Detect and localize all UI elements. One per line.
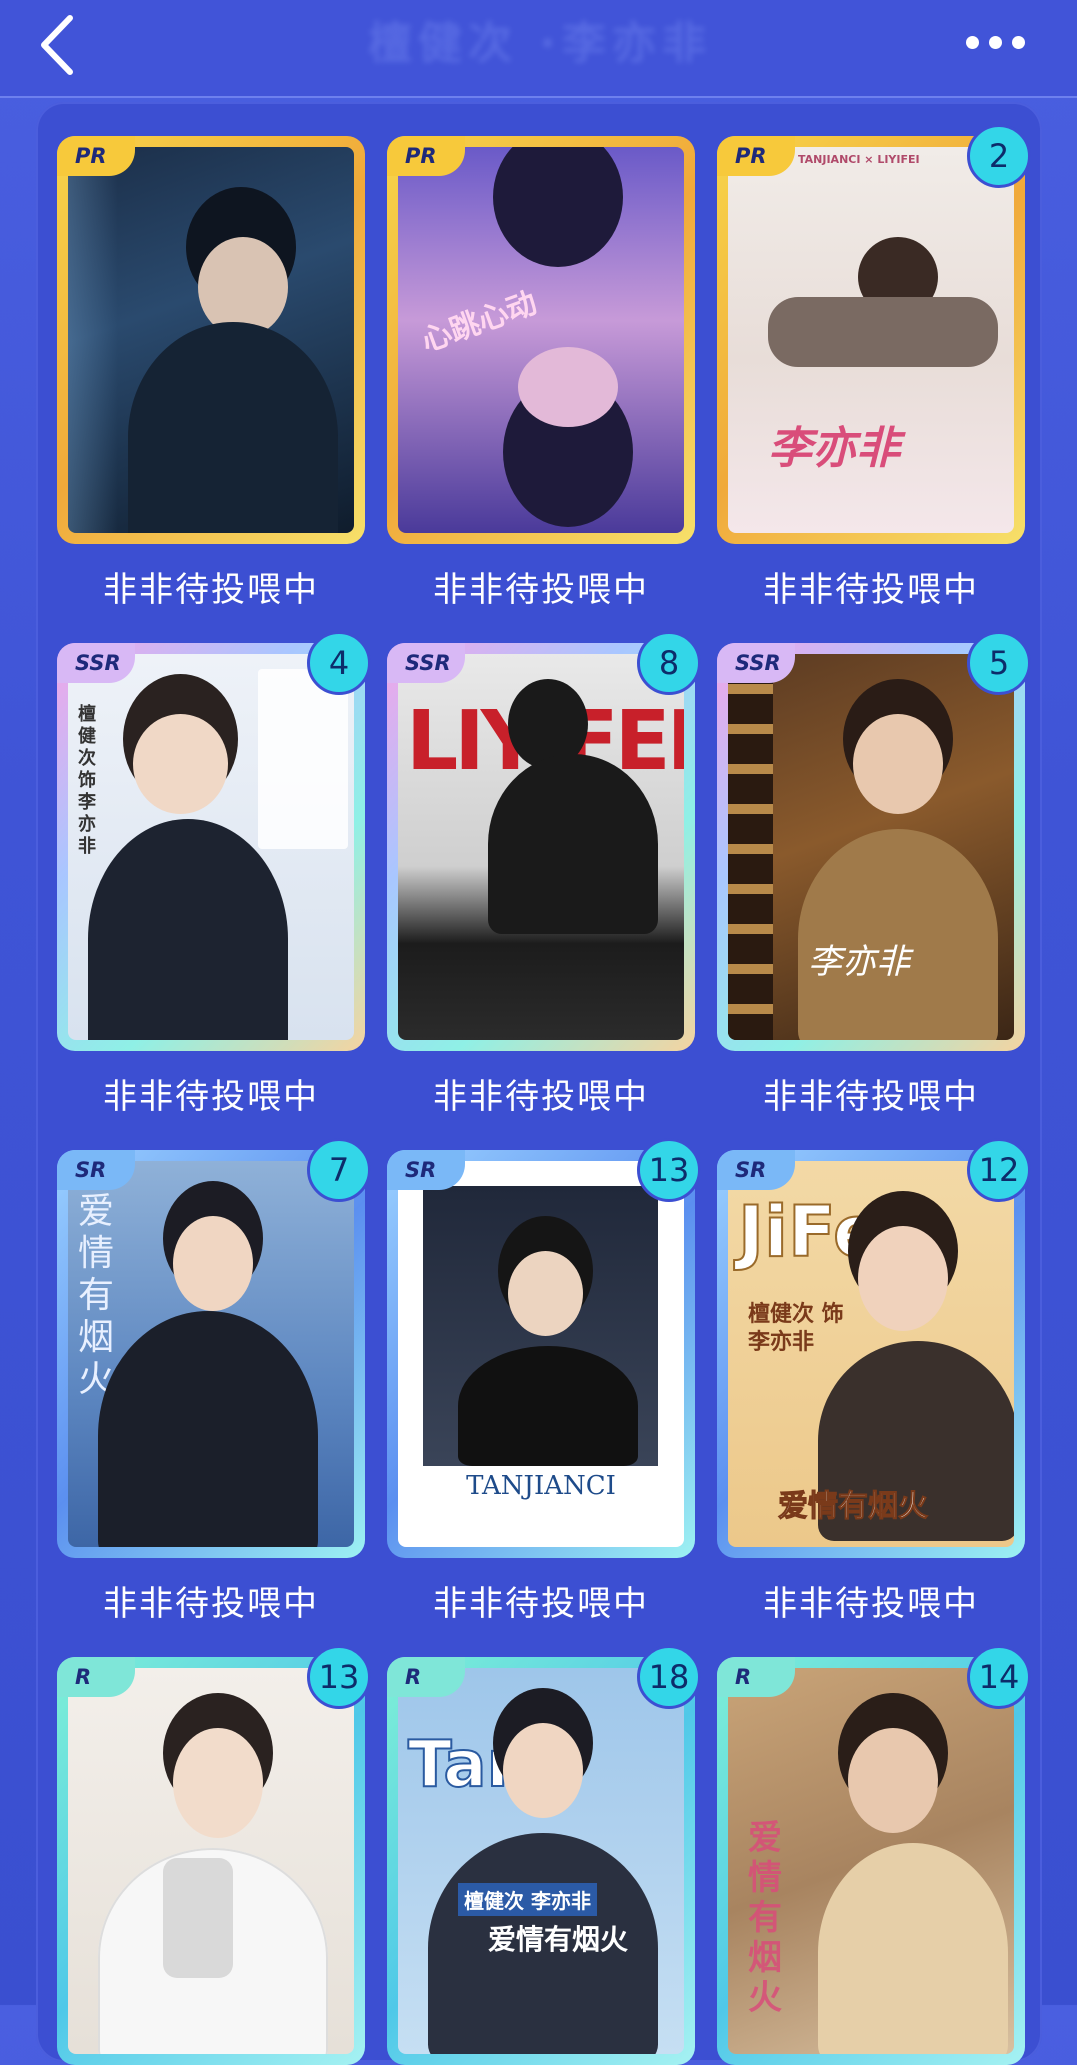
card-caption: 非非待投喂中 bbox=[103, 570, 319, 610]
more-button[interactable] bbox=[961, 18, 1041, 68]
count-badge: 5 bbox=[967, 631, 1031, 695]
rarity-badge: SSR bbox=[387, 643, 465, 683]
rarity-badge: SSR bbox=[717, 643, 795, 683]
card-art: 心跳心动 bbox=[398, 147, 684, 533]
card-caption: 非非待投喂中 bbox=[433, 1077, 649, 1117]
card-art: JiFei 檀健次 饰 李亦非 爱情有烟火 bbox=[728, 1161, 1014, 1547]
rarity-badge: R bbox=[57, 1657, 135, 1697]
card-art: 爱情有烟火 bbox=[728, 1668, 1014, 2054]
card-1[interactable]: PR bbox=[57, 136, 365, 544]
card-11[interactable]: TanJi 檀健次 李亦非 爱情有烟火 R 18 bbox=[387, 1645, 701, 2065]
count-badge: 7 bbox=[307, 1138, 371, 1202]
card-caption: 非非待投喂中 bbox=[103, 1584, 319, 1624]
rarity-badge: PR bbox=[57, 136, 135, 176]
count-badge: 8 bbox=[637, 631, 701, 695]
card-art: TANJIANCI × LIYIFEI 李亦非 bbox=[728, 147, 1014, 533]
rarity-badge: SR bbox=[717, 1150, 795, 1190]
rarity-badge: SR bbox=[387, 1150, 465, 1190]
rarity-badge: SSR bbox=[57, 643, 135, 683]
card-caption: 非非待投喂中 bbox=[103, 1077, 319, 1117]
card-4[interactable]: 檀健次 饰 李亦非 SSR 4 bbox=[57, 631, 371, 1051]
card-caption: 非非待投喂中 bbox=[763, 1077, 979, 1117]
rarity-badge: R bbox=[717, 1657, 795, 1697]
card-caption: 非非待投喂中 bbox=[763, 570, 979, 610]
card-caption: 非非待投喂中 bbox=[763, 1584, 979, 1624]
card-5[interactable]: LIYIFEI SSR 8 bbox=[387, 631, 701, 1051]
card-10[interactable]: R 13 bbox=[57, 1645, 371, 2065]
more-dots-icon bbox=[966, 36, 979, 49]
card-art: TANJIANCI bbox=[398, 1161, 684, 1547]
card-caption: 非非待投喂中 bbox=[433, 570, 649, 610]
card-art: 李亦非 bbox=[728, 654, 1014, 1040]
top-bar: 檀健次 ·李亦非 bbox=[0, 0, 1077, 98]
page-title: 檀健次 ·李亦非 bbox=[367, 18, 713, 69]
card-6[interactable]: 李亦非 SSR 5 bbox=[717, 631, 1031, 1051]
rarity-badge: PR bbox=[717, 136, 795, 176]
count-badge: 2 bbox=[967, 124, 1031, 188]
rarity-badge: SR bbox=[57, 1150, 135, 1190]
chevron-left-icon bbox=[41, 15, 73, 75]
card-art: LIYIFEI bbox=[398, 654, 684, 1040]
card-8[interactable]: TANJIANCI SR 13 bbox=[387, 1138, 701, 1558]
rarity-badge: PR bbox=[387, 136, 465, 176]
count-badge: 13 bbox=[637, 1138, 701, 1202]
card-art bbox=[68, 1668, 354, 2054]
card-art: TanJi 檀健次 李亦非 爱情有烟火 bbox=[398, 1668, 684, 2054]
card-caption: 非非待投喂中 bbox=[433, 1584, 649, 1624]
back-button[interactable] bbox=[30, 10, 90, 80]
card-9[interactable]: JiFei 檀健次 饰 李亦非 爱情有烟火 SR 12 bbox=[717, 1138, 1031, 1558]
card-7[interactable]: 爱情有烟火 SR 7 bbox=[57, 1138, 371, 1558]
count-badge: 12 bbox=[967, 1138, 1031, 1202]
count-badge: 13 bbox=[307, 1645, 371, 1709]
card-art: 爱情有烟火 bbox=[68, 1161, 354, 1547]
card-art: 檀健次 饰 李亦非 bbox=[68, 654, 354, 1040]
count-badge: 18 bbox=[637, 1645, 701, 1709]
card-art bbox=[68, 147, 354, 533]
count-badge: 4 bbox=[307, 631, 371, 695]
card-3[interactable]: TANJIANCI × LIYIFEI 李亦非 PR 2 bbox=[717, 124, 1031, 544]
count-badge: 14 bbox=[967, 1645, 1031, 1709]
card-12[interactable]: 爱情有烟火 R 14 bbox=[717, 1645, 1031, 2065]
card-2[interactable]: 心跳心动 PR bbox=[387, 136, 695, 544]
rarity-badge: R bbox=[387, 1657, 465, 1697]
